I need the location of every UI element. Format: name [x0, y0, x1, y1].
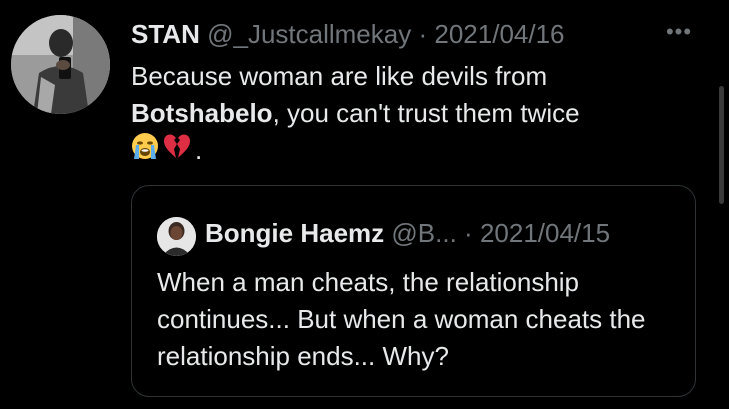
more-options-button[interactable]: •••: [662, 19, 696, 44]
avatar-photo: [11, 15, 110, 114]
tweet-text-end: .: [195, 135, 203, 165]
handle[interactable]: @_Justcallmekay: [207, 19, 411, 49]
quoted-avatar[interactable]: [157, 217, 196, 256]
tweet-text: Because woman are like devils from Botsh…: [131, 58, 691, 169]
tweet[interactable]: STAN @_Justcallmekay · 2021/04/16 ••• Be…: [0, 0, 729, 409]
quoted-date[interactable]: 2021/04/15: [480, 218, 610, 248]
quoted-separator-dot: ·: [464, 218, 473, 248]
avatar[interactable]: [11, 15, 110, 114]
tweet-text-part2: , you can't trust them twice: [272, 98, 580, 128]
display-name[interactable]: STAN: [131, 19, 200, 49]
quoted-header: Bongie Haemz @B... · 2021/04/15: [205, 213, 610, 253]
separator-dot: ·: [418, 19, 428, 49]
more-horizontal-icon: •••: [665, 19, 693, 44]
quoted-text: When a man cheats, the relationship cont…: [157, 267, 646, 371]
quoted-handle[interactable]: @B...: [391, 218, 456, 248]
tweet-text-bold: Botshabelo: [131, 98, 273, 128]
tweet-header: STAN @_Justcallmekay · 2021/04/16: [131, 14, 565, 54]
quoted-avatar-photo: [157, 217, 196, 256]
scrollbar[interactable]: [719, 86, 724, 204]
broken-heart-emoji: [163, 132, 191, 170]
tweet-text-part1: Because woman are like devils from: [131, 61, 548, 91]
quoted-tweet[interactable]: Bongie Haemz @B... · 2021/04/15 When a m…: [131, 185, 696, 397]
quoted-display-name[interactable]: Bongie Haemz: [205, 218, 384, 248]
tweet-date[interactable]: 2021/04/16: [434, 19, 564, 49]
crying-face-emoji: [131, 132, 159, 170]
